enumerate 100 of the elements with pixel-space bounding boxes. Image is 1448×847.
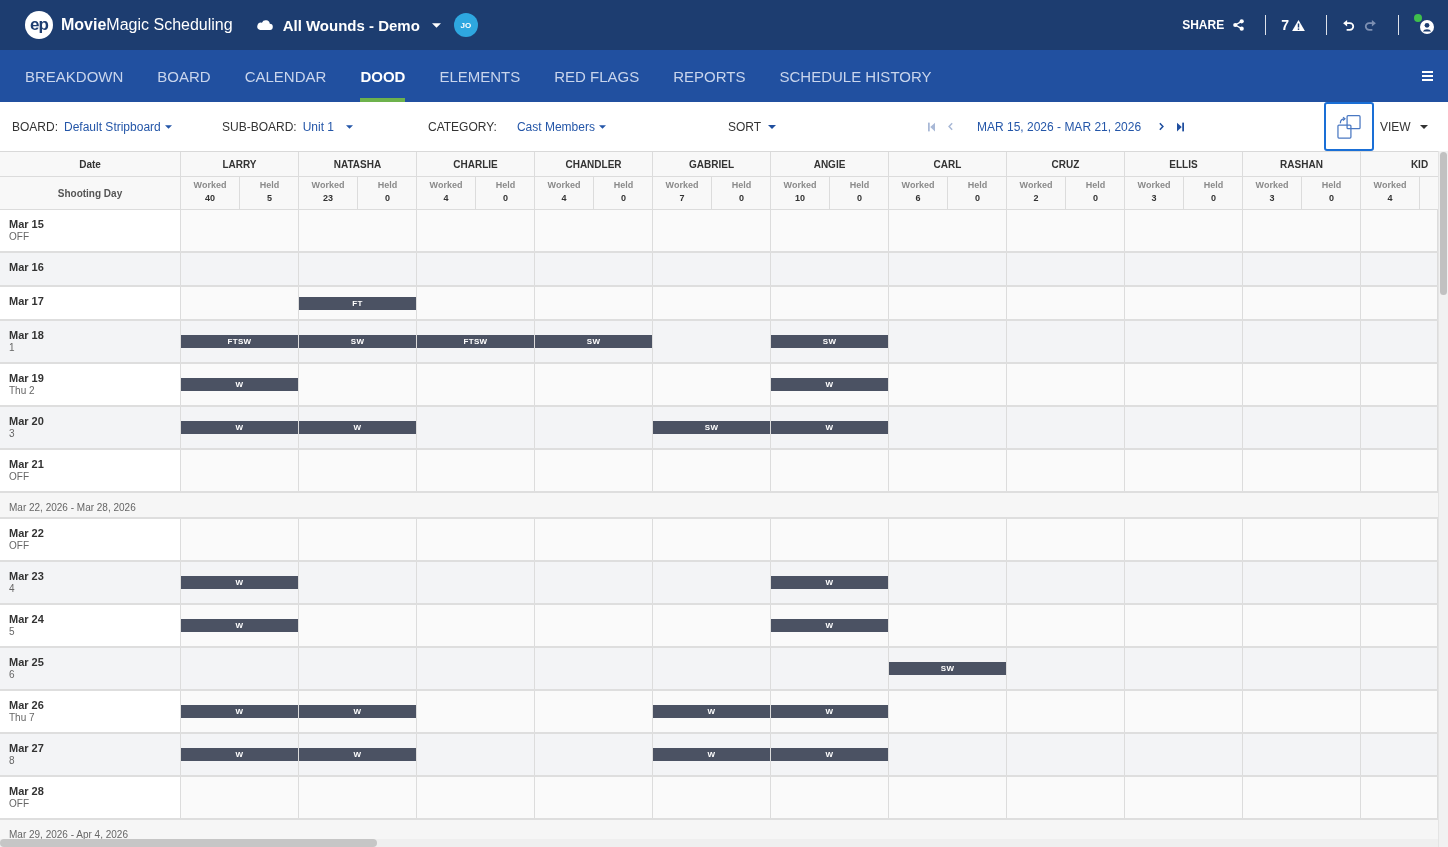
filter-dropdown[interactable]: Unit 1 — [302, 119, 354, 134]
day-note: OFF — [9, 231, 29, 243]
worked-count: 3 — [1151, 192, 1157, 205]
column-header[interactable]: RASHAN — [1280, 158, 1323, 170]
project-dropdown[interactable]: All Wounds - Demo — [282, 16, 441, 34]
filter-dropdown[interactable]: Default Stripboard — [64, 119, 172, 134]
worked-label: Worked — [665, 179, 699, 191]
worked-count: 3 — [1269, 192, 1275, 205]
column-header[interactable]: CRUZ — [1051, 158, 1080, 170]
held-count: 5 — [267, 192, 272, 205]
day-code-bar[interactable]: W — [653, 748, 770, 761]
day-code-bar[interactable]: W — [771, 705, 888, 718]
share-button[interactable]: SHARE — [1182, 18, 1245, 32]
day-code-bar[interactable]: FTSW — [181, 335, 298, 348]
column-header[interactable]: LARRY — [222, 158, 257, 170]
day-code-bar[interactable]: W — [771, 619, 888, 632]
column-header[interactable]: ELLIS — [1169, 158, 1198, 170]
column-header: Date — [79, 158, 101, 170]
nav-tab[interactable]: BREAKDOWN — [25, 50, 124, 102]
day-code-bar[interactable]: SW — [771, 335, 888, 348]
day-code-bar[interactable]: SW — [889, 662, 1006, 675]
day-note: OFF — [9, 798, 29, 810]
worked-count: 7 — [679, 192, 685, 205]
day-note: 1 — [9, 342, 15, 354]
day-code-bar[interactable]: W — [181, 619, 298, 632]
nav-tab[interactable]: CALENDAR — [244, 50, 327, 102]
filter-label: CATEGORY: — [428, 119, 497, 134]
day-code-bar[interactable]: W — [299, 421, 416, 434]
day-note: 8 — [9, 755, 15, 767]
sort-dropdown[interactable]: SORT — [728, 119, 777, 134]
scroll-thumb[interactable] — [1440, 152, 1447, 295]
nav-tab[interactable]: REPORTS — [673, 50, 746, 102]
day-code-bar[interactable]: W — [771, 378, 888, 391]
column-header[interactable]: ANGIE — [813, 158, 846, 170]
day-code-bar[interactable]: W — [771, 576, 888, 589]
chevron-right-icon[interactable] — [1159, 122, 1165, 131]
worked-count: 4 — [443, 192, 449, 205]
day-code-bar[interactable]: W — [771, 421, 888, 434]
column-header: Shooting Day — [57, 187, 123, 199]
worked-label: Worked — [783, 179, 817, 191]
day-code-bar[interactable]: W — [181, 748, 298, 761]
held-label: Held — [1085, 179, 1106, 191]
row-date: Mar 26 — [9, 699, 44, 712]
day-note: 4 — [9, 583, 15, 595]
day-note: Thu 2 — [9, 385, 35, 397]
column-header[interactable]: KID — [1410, 158, 1429, 170]
column-header[interactable]: CHARLIE — [453, 158, 498, 170]
nav-tab[interactable]: SCHEDULE HISTORY — [779, 50, 932, 102]
day-code-bar[interactable]: W — [299, 748, 416, 761]
day-code-bar[interactable]: W — [181, 576, 298, 589]
layout-toggle-button[interactable] — [1324, 102, 1374, 151]
scroll-thumb[interactable] — [0, 839, 377, 847]
day-note: 6 — [9, 669, 15, 681]
held-count: 0 — [385, 192, 390, 205]
held-label: Held — [967, 179, 988, 191]
day-code-bar[interactable]: W — [771, 748, 888, 761]
undo-icon[interactable] — [1342, 18, 1355, 32]
filter-label: BOARD: — [12, 119, 58, 134]
filter-dropdown[interactable]: Cast Members — [516, 119, 606, 134]
day-code-bar[interactable]: W — [181, 705, 298, 718]
day-code-bar[interactable]: SW — [535, 335, 652, 348]
week-range: Mar 22, 2026 - Mar 28, 2026 — [9, 502, 136, 514]
row-date: Mar 27 — [9, 742, 44, 755]
view-dropdown[interactable]: VIEW — [1380, 119, 1428, 134]
day-code-bar[interactable]: W — [181, 378, 298, 391]
logo[interactable]: ep — [25, 11, 53, 39]
worked-label: Worked — [901, 179, 935, 191]
vertical-scrollbar[interactable] — [1438, 151, 1448, 847]
menu-icon[interactable] — [1422, 71, 1433, 81]
held-count: 0 — [857, 192, 862, 205]
row-date: Mar 24 — [9, 613, 44, 626]
day-code-bar[interactable]: W — [299, 705, 416, 718]
horizontal-scrollbar[interactable] — [0, 839, 1438, 847]
column-header[interactable]: CARL — [933, 158, 962, 170]
worked-label: Worked — [311, 179, 345, 191]
row-date: Mar 28 — [9, 785, 44, 798]
worked-label: Worked — [1255, 179, 1289, 191]
day-code-bar[interactable]: SW — [653, 421, 770, 434]
worked-count: 2 — [1033, 192, 1039, 205]
column-header[interactable]: CHANDLER — [565, 158, 622, 170]
alerts-button[interactable]: 7 — [1281, 17, 1305, 33]
held-count: 0 — [1093, 192, 1098, 205]
worked-count: 23 — [323, 192, 333, 205]
held-label: Held — [849, 179, 870, 191]
account-icon[interactable] — [1420, 20, 1434, 34]
nav-tab[interactable]: BOARD — [157, 50, 211, 102]
day-code-bar[interactable]: FT — [299, 296, 416, 310]
held-label: Held — [1321, 179, 1342, 191]
day-code-bar[interactable]: FTSW — [417, 335, 534, 348]
date-range: MAR 15, 2026 - MAR 21, 2026 — [977, 119, 1142, 134]
nav-tab[interactable]: DOOD — [360, 50, 406, 102]
column-header[interactable]: NATASHA — [333, 158, 382, 170]
nav-tab[interactable]: ELEMENTS — [439, 50, 521, 102]
day-code-bar[interactable]: W — [653, 705, 770, 718]
last-page-icon[interactable] — [1177, 121, 1185, 132]
column-header[interactable]: GABRIEL — [689, 158, 734, 170]
nav-tab[interactable]: RED FLAGS — [554, 50, 640, 102]
worked-label: Worked — [429, 179, 463, 191]
day-code-bar[interactable]: W — [181, 421, 298, 434]
day-code-bar[interactable]: SW — [299, 335, 416, 348]
